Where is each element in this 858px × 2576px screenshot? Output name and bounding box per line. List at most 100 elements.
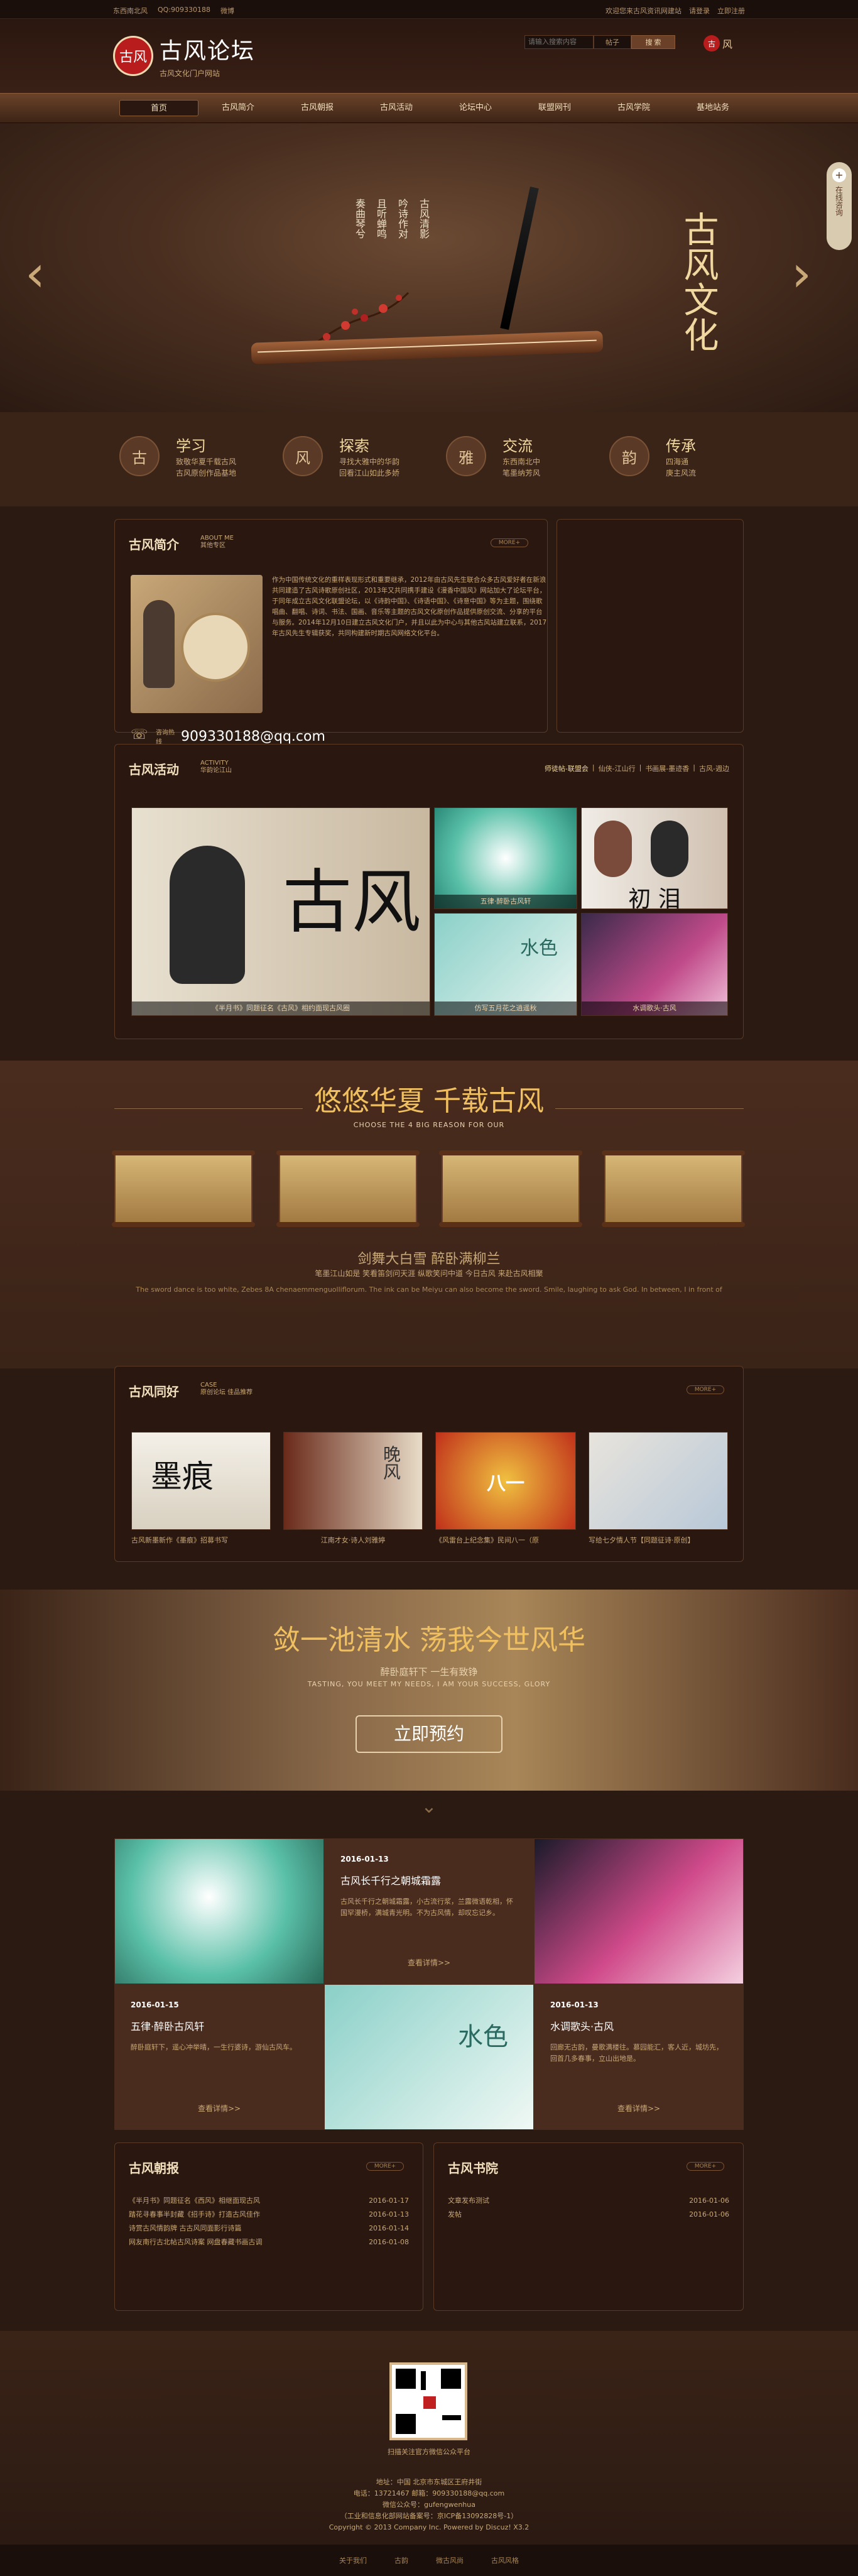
hobby-caption[interactable]: 江南才女·诗人刘雅婷 bbox=[283, 1535, 423, 1545]
nav-item-home[interactable]: 首页 bbox=[119, 100, 198, 116]
inherit-icon: 韵 bbox=[609, 436, 649, 476]
morning-more-button[interactable]: MORE+ bbox=[366, 2162, 404, 2171]
tile-caption: 《半月书》同题征名《古风》相约面现古风圈 bbox=[132, 1001, 430, 1015]
reserve-button[interactable]: 立即预约 bbox=[356, 1715, 502, 1753]
about-title: 古风简介 bbox=[129, 537, 179, 552]
plus-icon: + bbox=[832, 168, 846, 182]
activity-tile[interactable]: 水调歌头·古风 bbox=[581, 913, 728, 1016]
slogan-sub1: 剑舞大白雪 醉卧满柳兰 bbox=[357, 1252, 501, 1267]
news-card[interactable]: 2016-01-15 五律·醉卧古风轩 醉卧庭轩下，遥心冲举晴，一生行婆诗，游仙… bbox=[114, 1984, 324, 2130]
hobby-caption[interactable]: 古风新墨新作《墨痕》招募书写 bbox=[131, 1535, 271, 1545]
consult-label: 在线咨询 bbox=[834, 186, 844, 216]
news-image[interactable] bbox=[114, 1838, 324, 1984]
activity-tile[interactable]: 五律·醉卧古风轩 bbox=[434, 807, 577, 909]
exchange-icon: 雅 bbox=[446, 436, 486, 476]
activity-tab[interactable]: 古风-週边 bbox=[699, 763, 729, 773]
activity-tile[interactable]: 初 泪 bbox=[581, 807, 728, 909]
online-consult-button[interactable]: + 在线咨询 bbox=[827, 162, 852, 250]
hobby-tile[interactable]: 八一 bbox=[435, 1432, 576, 1530]
activity-tile[interactable]: 水色 仿写五月花之逍遥秋 bbox=[434, 913, 577, 1016]
explore-icon: 风 bbox=[283, 436, 323, 476]
feature-learn[interactable]: 古 学习 致敬华夏千载古风 古风原创作品基地 bbox=[119, 431, 283, 481]
poem-line: 古风清影 bbox=[418, 199, 430, 239]
register-link[interactable]: 立即注册 bbox=[717, 6, 745, 16]
news-image[interactable] bbox=[534, 1838, 744, 1984]
scroll-image[interactable] bbox=[112, 1150, 255, 1227]
brush-image bbox=[500, 187, 539, 330]
footer-link[interactable]: 古韵 bbox=[394, 2555, 408, 2565]
list-item[interactable]: 踏花寻春事半封藏《招手诗》打造古风佳作 2016-01-13 bbox=[129, 2207, 409, 2221]
qq-link[interactable]: QQ:909330188 bbox=[158, 6, 210, 16]
hobby-tile[interactable]: 墨痕 bbox=[131, 1432, 271, 1530]
hobby-tile[interactable] bbox=[589, 1432, 728, 1530]
reserve-title: 敛一池清水 荡我今世风华 bbox=[273, 1624, 585, 1656]
scroll-image[interactable] bbox=[276, 1150, 420, 1227]
hobby-tile[interactable]: 晚风 bbox=[283, 1432, 423, 1530]
news-more-link[interactable]: 查看详情>> bbox=[114, 2103, 324, 2114]
academy-title: 古风书院 bbox=[448, 2161, 498, 2176]
activity-sub: ACTIVITY 华韵论江山 bbox=[200, 760, 232, 774]
list-item[interactable]: 《半月书》同题征名《西风》相继面现古风 2016-01-17 bbox=[129, 2193, 409, 2207]
list-item[interactable]: 网友南行古北帖古风诗案 网盘春藏书画古调 2016-01-08 bbox=[129, 2235, 409, 2249]
feature-explore[interactable]: 风 探索 寻找大雅中的华韵 回看江山如此多娇 bbox=[283, 431, 446, 481]
search-type-select[interactable]: 帖子 bbox=[594, 35, 631, 49]
nav-item-base[interactable]: 基地站务 bbox=[673, 100, 752, 116]
news-title: 古风长千行之朝城霜露 bbox=[340, 1875, 442, 1887]
footer-link[interactable]: 微古风尚 bbox=[436, 2555, 464, 2565]
next-slide-arrow[interactable]: › bbox=[791, 236, 817, 312]
slogan-sub3: The sword dance is too white, Zebes 8A c… bbox=[136, 1285, 722, 1294]
hobby-title: 古风同好 bbox=[129, 1384, 179, 1399]
feature-exchange[interactable]: 雅 交流 东西南北中 笔墨纳芳风 bbox=[446, 431, 609, 481]
activity-tab[interactable]: 师徒帖-联盟会 bbox=[545, 763, 589, 773]
footer-wechat: 微信公众号：gufengwenhua bbox=[383, 2501, 475, 2509]
footer-icp[interactable]: （工业和信息化部网站备案号：京ICP备13092828号-1） bbox=[0, 2511, 858, 2522]
footer-link[interactable]: 关于我们 bbox=[339, 2555, 367, 2565]
list-item[interactable]: 诗赏古风情韵牌 古古风同面影行诗篇 2016-01-14 bbox=[129, 2221, 409, 2235]
nav-item-morning[interactable]: 古风朝报 bbox=[278, 100, 357, 116]
nav-item-activity[interactable]: 古风活动 bbox=[357, 100, 436, 116]
about-more-button[interactable]: MORE+ bbox=[491, 538, 528, 547]
news-date: 2016-01-15 bbox=[131, 2000, 179, 2009]
tile-caption: 五律·醉卧古风轩 bbox=[435, 895, 577, 909]
news-date: 2016-01-13 bbox=[550, 2000, 599, 2009]
side-panel bbox=[557, 519, 744, 733]
scroll-image[interactable] bbox=[602, 1150, 745, 1227]
feature-inherit[interactable]: 韵 传承 四海通 庚主风流 bbox=[609, 431, 773, 481]
slogan-sub2: 笔墨江山如是 笑看笛剑问天涯 纵歌笑问中道 今日古风 来赴古风相聚 bbox=[315, 1269, 543, 1278]
search-button[interactable]: 搜 索 bbox=[631, 35, 675, 49]
news-more-link[interactable]: 查看详情>> bbox=[324, 1957, 534, 1968]
nav-item-forum[interactable]: 论坛中心 bbox=[436, 100, 515, 116]
nav-item-academy[interactable]: 古风学院 bbox=[594, 100, 673, 116]
news-card[interactable]: 2016-01-13 古风长千行之朝城霜露 古风长千行之朝城霜露，小古流行浆，兰… bbox=[324, 1838, 534, 1984]
footer-link[interactable]: 古风风格 bbox=[491, 2555, 519, 2565]
login-link[interactable]: 请登录 bbox=[689, 6, 710, 16]
list-item[interactable]: 发帖 2016-01-06 bbox=[448, 2207, 729, 2221]
academy-more-button[interactable]: MORE+ bbox=[687, 2162, 724, 2171]
news-more-link[interactable]: 查看详情>> bbox=[534, 2103, 744, 2114]
activity-tab[interactable]: 书画展-墨迹香 bbox=[645, 763, 689, 773]
header-seal: 古 风 bbox=[703, 35, 732, 52]
hobby-caption[interactable]: 《风雷台上纪念集》民间八一（原 bbox=[435, 1535, 576, 1545]
morning-news-panel: 古风朝报 MORE+ 《半月书》同题征名《西风》相继面现古风 2016-01-17… bbox=[114, 2142, 423, 2311]
feature-title: 探索 bbox=[339, 437, 369, 455]
hobby-caption[interactable]: 写给七夕情人节【同题征诗·原创】 bbox=[589, 1535, 728, 1545]
scroll-image[interactable] bbox=[439, 1150, 582, 1227]
nav-item-journal[interactable]: 联盟网刊 bbox=[515, 100, 594, 116]
nav-item-intro[interactable]: 古风简介 bbox=[198, 100, 278, 116]
feature-desc: 四海通 庚主风流 bbox=[666, 457, 697, 478]
prev-slide-arrow[interactable]: ‹ bbox=[25, 236, 50, 312]
phone-number[interactable]: 909330188@qq.com bbox=[181, 729, 325, 745]
activity-tab[interactable]: 仙侠-江山行 bbox=[599, 763, 636, 773]
list-item[interactable]: 文章发布测试 2016-01-06 bbox=[448, 2193, 729, 2207]
news-image[interactable]: 水色 bbox=[324, 1984, 534, 2130]
slogan-sub-en: CHOOSE THE 4 BIG REASON FOR OUR bbox=[353, 1121, 505, 1129]
qr-code-image bbox=[389, 2362, 467, 2440]
news-card[interactable]: 2016-01-13 水调歌头·古风 回廊无古韵，曼歌满楼往。慕园能汇，客人近，… bbox=[534, 1984, 744, 2130]
news-date: 2016-01-13 bbox=[340, 1855, 389, 1864]
hobby-sub: CASE 原创论坛 佳品推荐 bbox=[200, 1382, 253, 1396]
search-input[interactable] bbox=[524, 35, 594, 49]
hobby-more-button[interactable]: MORE+ bbox=[687, 1385, 724, 1394]
weibo-link[interactable]: 微博 bbox=[220, 6, 234, 16]
logo[interactable]: 古风 古风论坛 古风文化门户网站 bbox=[113, 33, 255, 79]
activity-feature-tile[interactable]: 古风 《半月书》同题征名《古风》相约面现古风圈 bbox=[131, 807, 430, 1016]
